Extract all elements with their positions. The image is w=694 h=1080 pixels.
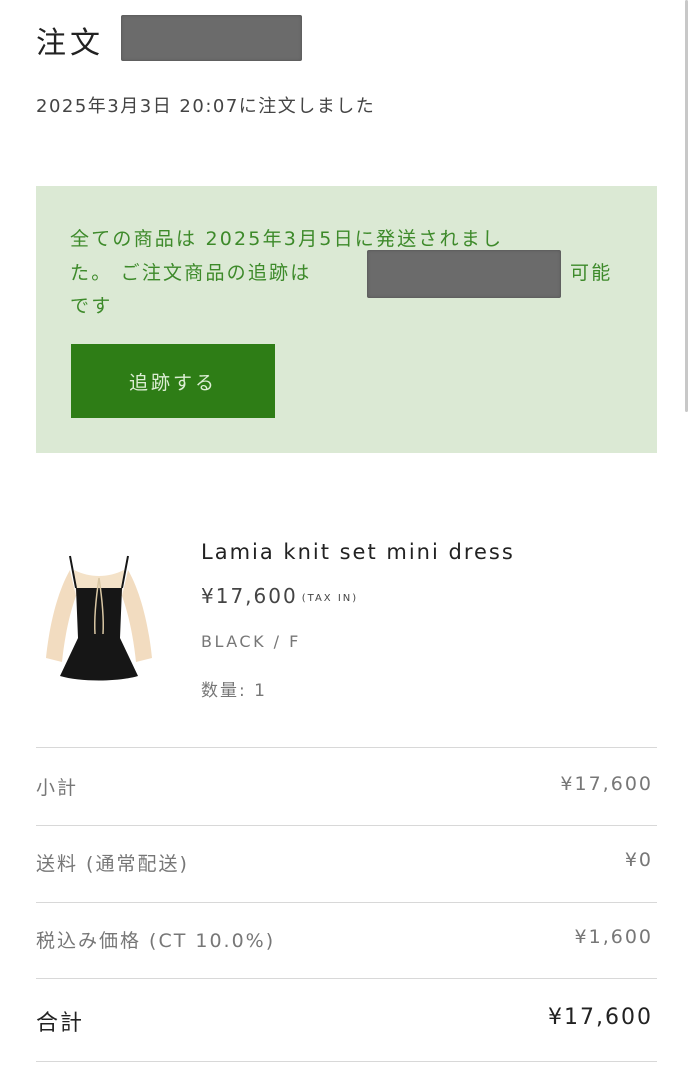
shipping-fee-value: ¥0 xyxy=(624,849,653,871)
page-title: 注文 xyxy=(36,26,104,61)
shipping-notice-line2: た。 ご注文商品の追跡は xyxy=(70,262,312,284)
dress-thumbnail xyxy=(46,555,152,681)
shipping-fee-label: 送料 (通常配送) xyxy=(36,853,189,875)
redacted-order-number xyxy=(121,15,302,61)
product-name[interactable]: Lamia knit set mini dress xyxy=(201,540,515,564)
shipping-notice-line3: です xyxy=(70,295,113,317)
shipping-notice-line1: 全ての商品は 2025年3月5日に発送されまし xyxy=(70,228,504,250)
order-datetime: 2025年3月3日 20:07に注文しました xyxy=(36,96,376,117)
total-value: ¥17,600 xyxy=(548,1005,653,1030)
divider xyxy=(36,1061,657,1062)
subtotal-label: 小計 xyxy=(36,777,79,799)
total-label: 合計 xyxy=(36,1011,85,1036)
product-quantity: 数量: 1 xyxy=(201,681,267,701)
divider xyxy=(36,902,657,903)
scrollbar[interactable] xyxy=(685,0,688,412)
product-price: ¥17,600 (TAX IN) xyxy=(201,584,358,608)
product-variant: BLACK / F xyxy=(201,632,301,651)
shipping-notice-line2-suffix: 可能 xyxy=(570,262,613,284)
tax-in-note: (TAX IN) xyxy=(301,593,359,604)
divider xyxy=(36,747,657,748)
redacted-tracking-info xyxy=(367,250,561,298)
track-button[interactable]: 追跡する xyxy=(71,344,275,418)
tax-label: 税込み価格 (CT 10.0%) xyxy=(36,930,276,952)
product-image[interactable] xyxy=(40,548,158,698)
divider xyxy=(36,825,657,826)
subtotal-value: ¥17,600 xyxy=(560,773,653,795)
divider xyxy=(36,978,657,979)
price-value: ¥17,600 xyxy=(201,584,298,608)
tax-value: ¥1,600 xyxy=(574,926,653,948)
